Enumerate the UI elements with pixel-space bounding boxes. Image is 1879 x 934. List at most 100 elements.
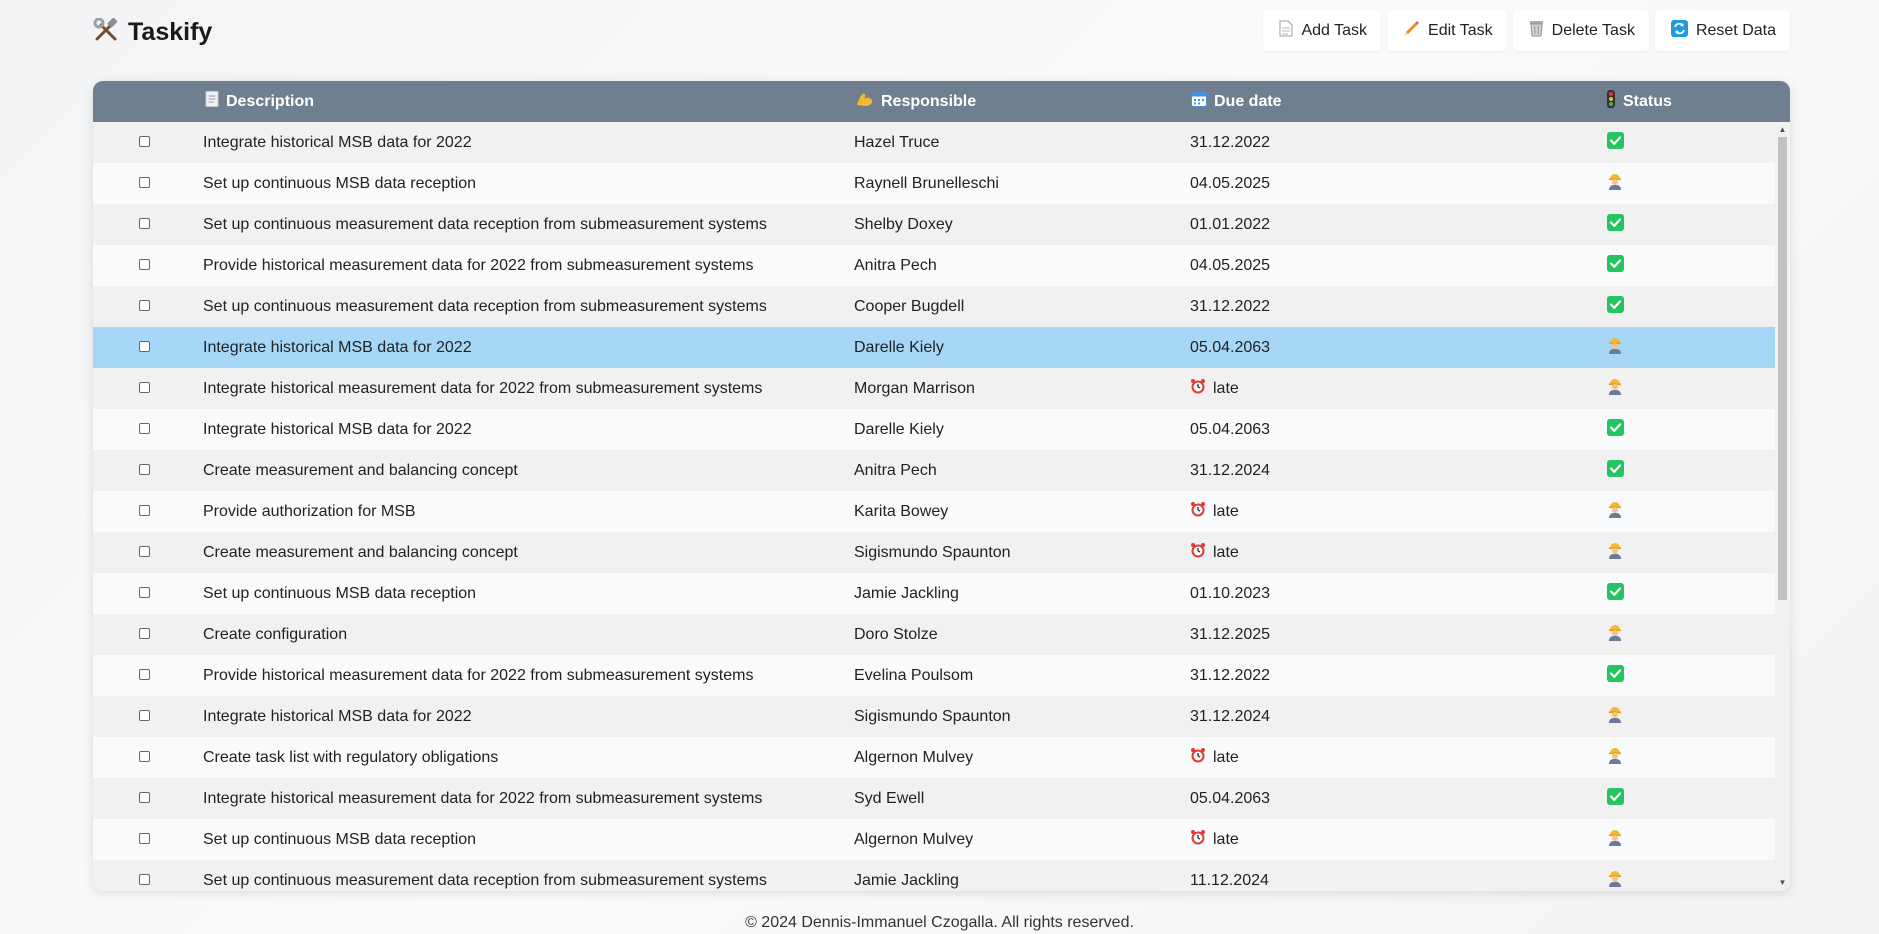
construction-worker-icon [1607,870,1623,892]
row-checkbox[interactable] [139,177,150,188]
row-checkbox[interactable] [139,423,150,434]
row-checkbox[interactable] [139,587,150,598]
table-row[interactable]: Set up continuous measurement data recep… [93,860,1790,891]
status-cell[interactable] [1607,573,1624,614]
edit-task-button[interactable]: Edit Task [1387,10,1507,51]
construction-worker-icon [1607,501,1623,523]
table-row[interactable]: Integrate historical MSB data for 2022 Da… [93,327,1790,368]
status-cell[interactable] [1607,245,1624,286]
late-indicator: late [1190,378,1239,399]
table-row[interactable]: Integrate historical measurement data fo… [93,778,1790,819]
status-cell[interactable] [1607,204,1624,245]
table-row[interactable]: Create configuration Doro Stolze 31.12.202… [93,614,1790,655]
late-label: late [1213,748,1239,766]
status-cell[interactable] [1607,696,1623,737]
status-cell[interactable] [1607,450,1624,491]
responsible-cell: Algernon Mulvey [854,748,974,766]
responsible-cell: Cooper Bugdell [854,297,965,315]
status-cell[interactable] [1607,655,1624,696]
reset-data-button[interactable]: Reset Data [1654,10,1790,51]
row-checkbox[interactable] [139,710,150,721]
responsible-cell: Raynell Brunelleschi [854,174,999,192]
table-row[interactable]: Provide historical measurement data for … [93,245,1790,286]
table-row[interactable]: Provide authorization for MSB Karita Bowe… [93,491,1790,532]
row-checkbox[interactable] [139,464,150,475]
due-date-text: 04.05.2025 [1190,256,1271,274]
row-checkbox[interactable] [139,218,150,229]
description-cell: Set up continuous MSB data reception [203,584,477,602]
column-header-status[interactable]: Status [1606,81,1672,122]
table-row[interactable]: Integrate historical measurement data fo… [93,368,1790,409]
row-checkbox[interactable] [139,382,150,393]
status-cell[interactable] [1607,532,1623,573]
table-row[interactable]: Integrate historical MSB data for 2022 Si… [93,696,1790,737]
table-row[interactable]: Set up continuous MSB data reception Jami… [93,573,1790,614]
status-cell[interactable] [1607,327,1623,368]
description-cell: Provide historical measurement data for … [203,666,754,684]
column-header-description[interactable]: Description [205,81,314,122]
due-date-header-label: Due date [1214,92,1282,110]
status-cell[interactable] [1607,778,1624,819]
check-mark-icon [1607,418,1624,441]
status-cell[interactable] [1607,409,1624,450]
table-row[interactable]: Set up continuous measurement data recep… [93,204,1790,245]
due-date-cell: 31.12.2024 [1190,696,1270,737]
table-row[interactable]: Create measurement and balancing concept… [93,450,1790,491]
description-cell: Integrate historical measurement data fo… [203,789,763,807]
table-row[interactable]: Integrate historical MSB data for 2022 Ha… [93,122,1790,163]
status-cell[interactable] [1607,860,1623,891]
table-row[interactable]: Set up continuous MSB data reception Rayn… [93,163,1790,204]
due-date-text: 31.12.2025 [1190,625,1271,643]
table-row[interactable]: Set up continuous MSB data reception Alge… [93,819,1790,860]
row-checkbox[interactable] [139,792,150,803]
pencil-icon [1403,20,1420,42]
table-row[interactable]: Create measurement and balancing concept… [93,532,1790,573]
status-cell[interactable] [1607,122,1624,163]
due-date-text: 04.05.2025 [1190,174,1271,192]
table-row[interactable]: Provide historical measurement data for … [93,655,1790,696]
status-cell[interactable] [1607,737,1623,778]
status-cell[interactable] [1607,286,1624,327]
responsible-cell: Darelle Kiely [854,420,944,438]
table-row[interactable]: Create task list with regulatory obligat… [93,737,1790,778]
row-checkbox[interactable] [139,669,150,680]
scroll-up-arrow-icon[interactable]: ▲ [1775,124,1790,136]
late-indicator: late [1190,747,1239,768]
refresh-icon [1670,19,1688,42]
scroll-down-arrow-icon[interactable]: ▼ [1775,877,1790,889]
due-date-cell: 31.12.2025 [1190,614,1270,655]
construction-worker-icon [1607,829,1623,851]
description-cell: Create configuration [203,625,348,643]
row-checkbox[interactable] [139,874,150,885]
check-mark-icon [1607,664,1624,687]
row-checkbox[interactable] [139,300,150,311]
row-checkbox[interactable] [139,136,150,147]
row-checkbox[interactable] [139,833,150,844]
description-cell: Create task list with regulatory obligat… [203,748,499,766]
description-cell: Integrate historical MSB data for 2022 [203,133,472,151]
table-scrollbar[interactable]: ▲ ▼ [1775,122,1790,891]
due-date-text: 05.04.2063 [1190,338,1271,356]
row-checkbox[interactable] [139,505,150,516]
row-checkbox[interactable] [139,628,150,639]
status-cell[interactable] [1607,819,1623,860]
column-header-due-date[interactable]: Due date [1191,81,1282,122]
hammer-and-wrench-icon [93,17,119,47]
table-row[interactable]: Integrate historical MSB data for 2022 Da… [93,409,1790,450]
status-cell[interactable] [1607,614,1623,655]
responsible-cell: Anitra Pech [854,461,937,479]
status-cell[interactable] [1607,163,1623,204]
status-cell[interactable] [1607,491,1623,532]
column-header-responsible[interactable]: Responsible [856,81,976,122]
table-row[interactable]: Set up continuous measurement data recep… [93,286,1790,327]
row-checkbox[interactable] [139,259,150,270]
description-cell: Provide authorization for MSB [203,502,416,520]
scrollbar-thumb[interactable] [1778,137,1787,600]
delete-task-button[interactable]: Delete Task [1512,10,1649,51]
traffic-light-icon [1606,90,1616,113]
row-checkbox[interactable] [139,341,150,352]
row-checkbox[interactable] [139,546,150,557]
row-checkbox[interactable] [139,751,150,762]
add-task-button[interactable]: Add Task [1263,10,1382,51]
status-cell[interactable] [1607,368,1623,409]
